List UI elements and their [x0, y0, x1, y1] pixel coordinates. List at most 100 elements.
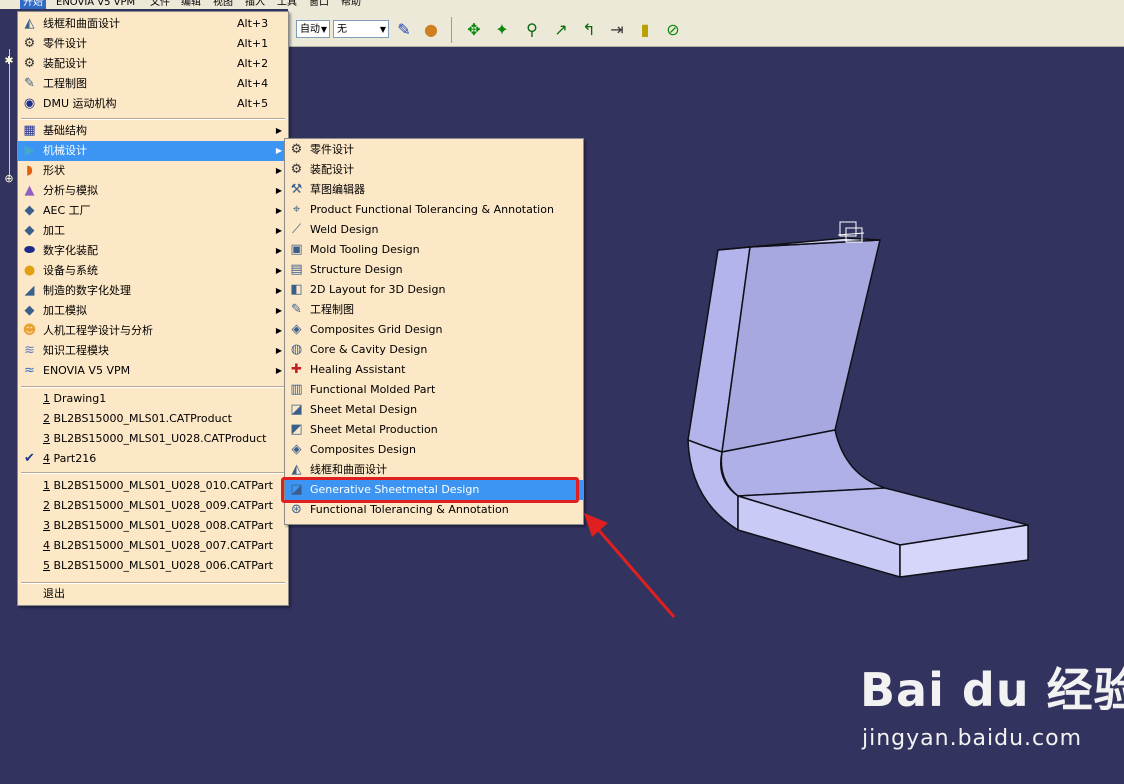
menu-help[interactable]: 帮助: [341, 0, 361, 9]
workbench-menu-item[interactable]: ✎ 工程制图 Alt+4: [18, 74, 288, 94]
apply-material-icon[interactable]: ●: [420, 19, 442, 41]
exit-label: 退出: [43, 587, 65, 600]
clash-icon[interactable]: ⊘: [662, 19, 684, 41]
shortcut-label: Alt+2: [237, 57, 269, 70]
recent-file-menu-item[interactable]: 2 BL2BS15000_MLS01_U028_009.CATPart: [18, 496, 288, 516]
checkmark-icon: ✔: [24, 451, 35, 466]
combo-value: 无: [337, 24, 347, 35]
submenu-item[interactable]: ▥ Functional Molded Part: [285, 380, 583, 400]
menu-bar: 开始 ENOVIA V5 VPM 文件 编辑 视图 插入 工具 窗口 帮助: [0, 0, 1124, 9]
window-menu-item[interactable]: ✔ 4 Part216: [18, 449, 288, 469]
rotate-icon[interactable]: ✦: [491, 19, 513, 41]
part-design-gear-icon: ⚙: [290, 142, 303, 157]
window-name: Part216: [53, 452, 97, 465]
pan-icon[interactable]: ✥: [463, 19, 485, 41]
submenu-item[interactable]: ◈ Composites Grid Design: [285, 320, 583, 340]
category-menu-item[interactable]: ☻ 人机工程学设计与分析 ▶: [18, 321, 288, 341]
workbench-label: 线框和曲面设计: [43, 17, 120, 30]
window-menu-item[interactable]: 1 Drawing1: [18, 389, 288, 409]
part-3d-model[interactable]: [680, 215, 1040, 595]
category-menu-item[interactable]: ▦ 基础结构 ▶: [18, 121, 288, 141]
category-menu-item[interactable]: ◆ 加工 ▶: [18, 221, 288, 241]
structure-design-icon: ▤: [290, 262, 303, 277]
layer-combo[interactable]: 无 ▼: [333, 20, 389, 38]
submenu-item[interactable]: ⊛ Functional Tolerancing & Annotation: [285, 500, 583, 520]
submenu-item[interactable]: ◈ Composites Design: [285, 440, 583, 460]
workbench-menu-item[interactable]: ◭ 线框和曲面设计 Alt+3: [18, 14, 288, 34]
submenu-item-label: 2D Layout for 3D Design: [310, 283, 446, 296]
submenu-item[interactable]: ⚙ 装配设计: [285, 160, 583, 180]
category-menu-item[interactable]: ▶ 机械设计 ▶: [18, 141, 288, 161]
painter-icon[interactable]: ✎: [393, 19, 415, 41]
measure-icon[interactable]: ▮: [634, 19, 656, 41]
category-menu-item[interactable]: ≋ 知识工程模块 ▶: [18, 341, 288, 361]
submenu-item[interactable]: ◩ Sheet Metal Production: [285, 420, 583, 440]
file-number: 4: [43, 539, 50, 552]
shape-icon: ◗: [26, 163, 33, 178]
snap-icon[interactable]: ↗: [550, 19, 572, 41]
category-menu-item[interactable]: ◆ AEC 工厂 ▶: [18, 201, 288, 221]
submenu-arrow-icon: ▶: [275, 166, 282, 175]
workbench-menu-item[interactable]: ◉ DMU 运动机构 Alt+5: [18, 94, 288, 114]
submenu-item[interactable]: ▤ Structure Design: [285, 260, 583, 280]
submenu-item[interactable]: ⚒ 草图编辑器: [285, 180, 583, 200]
category-label: 设备与系统: [43, 264, 98, 277]
tree-root-icon[interactable]: ✱: [3, 55, 15, 67]
submenu-item[interactable]: ◧ 2D Layout for 3D Design: [285, 280, 583, 300]
recent-file-menu-item[interactable]: 4 BL2BS15000_MLS01_U028_007.CATPart: [18, 536, 288, 556]
explode-icon[interactable]: ⇥: [606, 19, 628, 41]
category-menu-item[interactable]: ◢ 制造的数字化处理 ▶: [18, 281, 288, 301]
submenu-item-label: Sheet Metal Production: [310, 423, 438, 436]
category-menu-item[interactable]: ▲ 分析与模拟 ▶: [18, 181, 288, 201]
submenu-item[interactable]: ◪ Sheet Metal Design: [285, 400, 583, 420]
menu-view[interactable]: 视图: [213, 0, 233, 9]
category-menu-item[interactable]: ≈ ENOVIA V5 VPM ▶: [18, 361, 288, 381]
tree-expand-icon[interactable]: ⊕: [3, 173, 15, 185]
equipment-systems-icon: ●: [23, 263, 36, 278]
graphic-properties-combo[interactable]: 自动 ▼: [296, 20, 330, 38]
window-menu-item[interactable]: 3 BL2BS15000_MLS01_U028.CATProduct: [18, 429, 288, 449]
highlight-annotation-box: [281, 477, 579, 503]
category-menu-item[interactable]: ◗ 形状 ▶: [18, 161, 288, 181]
menu-tools[interactable]: 工具: [277, 0, 297, 9]
category-menu-item[interactable]: ◆ 加工模拟 ▶: [18, 301, 288, 321]
recent-file-menu-item[interactable]: 3 BL2BS15000_MLS01_U028_008.CATPart: [18, 516, 288, 536]
window-menu-item[interactable]: 2 BL2BS15000_MLS01.CATProduct: [18, 409, 288, 429]
assembly-gears-icon: ⚙: [290, 162, 303, 177]
submenu-item[interactable]: ▣ Mold Tooling Design: [285, 240, 583, 260]
exit-menu-item[interactable]: 退出: [18, 584, 288, 604]
submenu-item[interactable]: ✚ Healing Assistant: [285, 360, 583, 380]
menu-enovia[interactable]: ENOVIA V5 VPM: [56, 0, 135, 9]
category-menu-item[interactable]: ● 设备与系统 ▶: [18, 261, 288, 281]
submenu-arrow-icon: ▶: [275, 346, 282, 355]
fix-together-icon[interactable]: ⚲: [521, 19, 543, 41]
submenu-item[interactable]: ◍ Core & Cavity Design: [285, 340, 583, 360]
menu-file[interactable]: 文件: [150, 0, 170, 9]
machining-simulation-icon: ◆: [24, 303, 35, 318]
mechanical-design-submenu: ⚙ 零件设计 ⚙ 装配设计 ⚒ 草图编辑器 ⌖ Product Functional Tole…: [284, 138, 584, 525]
category-label: 分析与模拟: [43, 184, 98, 197]
menu-insert[interactable]: 插入: [245, 0, 265, 9]
menu-window[interactable]: 窗口: [309, 0, 329, 9]
menu-separator: [21, 118, 285, 120]
category-menu-item[interactable]: ⬬ 数字化装配 ▶: [18, 241, 288, 261]
manipulate-icon[interactable]: ↰: [578, 19, 600, 41]
submenu-item[interactable]: ✎ 工程制图: [285, 300, 583, 320]
submenu-item[interactable]: ⟋ Weld Design: [285, 220, 583, 240]
workbench-menu-item[interactable]: ⚙ 零件设计 Alt+1: [18, 34, 288, 54]
file-name: BL2BS15000_MLS01_U028_007.CATPart: [53, 539, 273, 552]
knowledgeware-icon: ≋: [24, 343, 35, 358]
recent-file-menu-item[interactable]: 1 BL2BS15000_MLS01_U028_010.CATPart: [18, 476, 288, 496]
analysis-icon: ▲: [24, 183, 35, 198]
submenu-item-label: 装配设计: [310, 163, 354, 176]
category-label: ENOVIA V5 VPM: [43, 364, 131, 377]
menu-edit[interactable]: 编辑: [181, 0, 201, 9]
2d-layout-icon: ◧: [290, 282, 303, 297]
submenu-item[interactable]: ⚙ 零件设计: [285, 140, 583, 160]
submenu-item[interactable]: ⌖ Product Functional Tolerancing & Annota…: [285, 200, 583, 220]
chevron-down-icon: ▼: [379, 25, 386, 34]
workbench-menu-item[interactable]: ⚙ 装配设计 Alt+2: [18, 54, 288, 74]
menu-start[interactable]: 开始: [20, 0, 46, 9]
recent-file-menu-item[interactable]: 5 BL2BS15000_MLS01_U028_006.CATPart: [18, 556, 288, 576]
window-label: 2 BL2BS15000_MLS01.CATProduct: [43, 409, 232, 429]
